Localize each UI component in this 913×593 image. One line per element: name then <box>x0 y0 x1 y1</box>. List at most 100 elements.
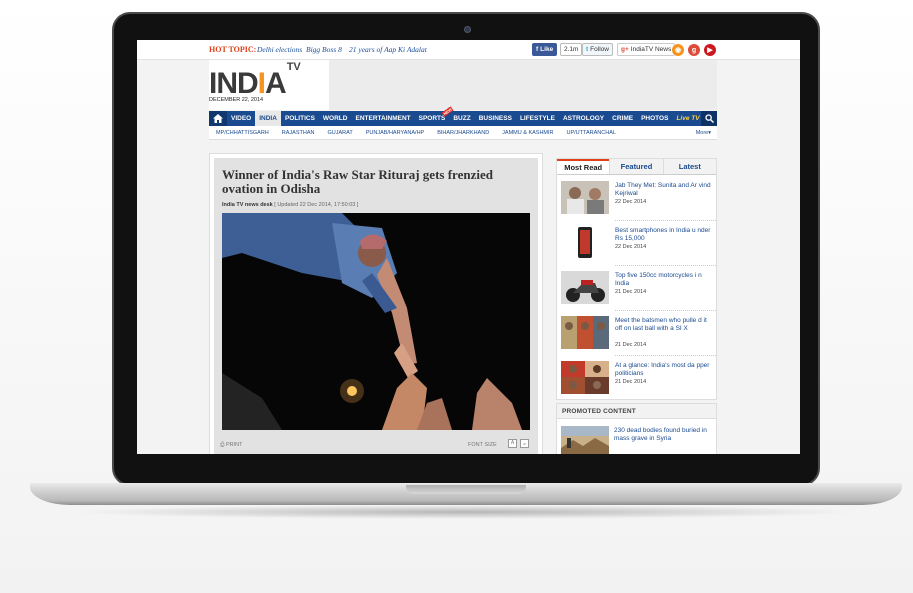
facebook-icon: f <box>536 46 539 53</box>
nav-item-sports[interactable]: SPORTS NEW <box>415 106 454 126</box>
google-plus-page-button[interactable]: g+ IndiaTV News <box>617 43 676 56</box>
promoted-content-heading: PROMOTED CONTENT <box>557 404 716 419</box>
article-updated: [ Updated 22 Dec 2014, 17:50:03 ] <box>274 202 359 208</box>
sidebar-tabs: Most Read Featured Latest <box>557 159 716 175</box>
subnav-item[interactable]: RAJASTHAN <box>275 130 321 136</box>
home-icon[interactable] <box>209 111 227 126</box>
webcam-icon <box>464 26 471 33</box>
article-card: Winner of India's Raw Star Rituraj gets … <box>209 153 543 454</box>
promoted-title[interactable]: 230 dead bodies found buried in mass gra… <box>614 427 712 443</box>
article-author[interactable]: India TV news desk <box>222 202 273 208</box>
laptop-lid: HOT TOPIC: Delhi elections Bigg Boss 8 2… <box>112 12 820 486</box>
india-tv-logo[interactable]: INDIATV <box>209 61 301 100</box>
main-nav: VIDEO INDIA POLITICS WORLD ENTERTAINMENT… <box>209 106 717 126</box>
tab-featured[interactable]: Featured <box>609 159 663 174</box>
promoted-thumbnail <box>561 426 609 454</box>
nav-item-crime[interactable]: CRIME <box>608 111 637 126</box>
nav-item-world[interactable]: WORLD <box>319 111 352 126</box>
google-plus-icon[interactable]: g <box>688 44 700 56</box>
article-title: Winner of India's Raw Star Rituraj gets … <box>222 167 493 196</box>
nav-item-india[interactable]: INDIA <box>255 111 281 126</box>
tab-latest[interactable]: Latest <box>662 159 716 174</box>
nav-item-photos[interactable]: PHOTOS <box>637 111 672 126</box>
laptop-notch <box>406 485 526 494</box>
logo-sup: TV <box>286 61 301 73</box>
print-label: PRINT <box>225 442 243 448</box>
nav-item-lifestyle[interactable]: LIFESTYLE <box>516 111 559 126</box>
subnav-item[interactable]: JAMMU & KASHMIR <box>495 130 559 136</box>
most-read-widget: Most Read Featured Latest Jab They Met: … <box>556 158 717 400</box>
chevron-down-icon: ▾ <box>708 129 711 136</box>
facebook-like-button[interactable]: f Like <box>532 43 558 56</box>
top-bar: HOT TOPIC: Delhi elections Bigg Boss 8 2… <box>137 40 800 60</box>
story-date: 21 Dec 2014 <box>615 289 647 295</box>
google-plus-badge-icon: g+ <box>621 46 629 53</box>
story-title: At a glance: India's most da pper politi… <box>615 362 710 377</box>
logo-text: INDIA <box>209 67 287 100</box>
twitter-follow-label: Follow <box>590 46 609 53</box>
story-title: Top five 150cc motorcycles i n India <box>615 272 702 287</box>
google-plus-page-label: IndiaTV News <box>630 46 672 53</box>
hot-topic-link[interactable]: Delhi elections <box>257 45 302 54</box>
header-date: DECEMBER 22, 2014 <box>209 97 264 103</box>
rss-icon[interactable]: ◉ <box>672 44 684 56</box>
search-icon[interactable] <box>701 111 717 126</box>
print-button[interactable]: ⎙ PRINT <box>220 442 242 449</box>
nav-item-politics[interactable]: POLITICS <box>281 111 319 126</box>
subnav-more-label: More <box>695 129 709 136</box>
font-size-label: FONT SIZE <box>468 442 497 448</box>
hot-topic-link[interactable]: 21 years of Aap Ki Adalat <box>349 45 427 54</box>
divider <box>615 310 716 311</box>
story-thumbnail <box>561 226 609 259</box>
list-item[interactable]: At a glance: India's most da pper politi… <box>561 361 716 401</box>
story-thumbnail <box>561 316 609 349</box>
divider <box>615 220 716 221</box>
nav-item-live-tv[interactable]: Live TV <box>672 111 703 126</box>
story-date: 22 Dec 2014 <box>615 244 647 250</box>
subnav-more-button[interactable]: More▾ <box>696 130 711 136</box>
nav-item-astrology[interactable]: ASTROLOGY <box>559 111 608 126</box>
story-title: Best smartphones in India u nder Rs 15,0… <box>615 227 711 242</box>
list-item[interactable]: Top five 150cc motorcycles i n India 21 … <box>561 271 716 311</box>
facebook-like-count: 2.1m <box>560 43 583 56</box>
site-header: INDIATV DECEMBER 22, 2014 <box>209 60 717 110</box>
photo-performer-reaching-crowd <box>222 213 530 430</box>
divider <box>615 355 716 356</box>
subnav-item[interactable]: PUNJAB/HARYANA/HP <box>359 130 430 136</box>
list-item[interactable]: Jab They Met: Sunita and Ar vind Kejriwa… <box>561 181 716 221</box>
list-item[interactable]: Best smartphones in India u nder Rs 15,0… <box>561 226 716 266</box>
divider <box>615 265 716 266</box>
nav-item-entertainment[interactable]: ENTERTAINMENT <box>351 111 414 126</box>
story-title: Meet the batsmen who pulle d it off on l… <box>615 317 707 332</box>
youtube-icon[interactable]: ▶ <box>704 44 716 56</box>
story-date: 22 Dec 2014 <box>615 199 647 205</box>
nav-item-buzz[interactable]: BUZZ <box>449 111 474 126</box>
subnav-item[interactable]: UP/UTTARANCHAL <box>560 130 622 136</box>
font-decrease-icon[interactable]: a <box>520 439 529 448</box>
twitter-follow-button[interactable]: t Follow <box>582 43 613 56</box>
nav-item-business[interactable]: BUSINESS <box>475 111 516 126</box>
subnav-item[interactable]: BIHAR/JHARKHAND <box>430 130 495 136</box>
story-date: 21 Dec 2014 <box>615 342 647 348</box>
header-ad-slot <box>329 60 717 110</box>
twitter-icon: t <box>586 46 589 53</box>
subnav-item[interactable]: MP/CHHATTISGARH <box>209 130 275 136</box>
hot-topic-label: HOT TOPIC: <box>209 45 257 54</box>
nav-item-video[interactable]: VIDEO <box>227 111 255 126</box>
subnav-item[interactable]: GUJARAT <box>320 130 358 136</box>
list-item[interactable]: Meet the batsmen who pulle d it off on l… <box>561 316 716 356</box>
font-increase-icon[interactable]: A <box>508 439 517 448</box>
nav-item-sports-label: SPORTS <box>418 115 446 122</box>
article-meta: India TV news desk [ Updated 22 Dec 2014… <box>222 202 358 208</box>
story-thumbnail <box>561 271 609 304</box>
article-body: Winner of India's Raw Star Rituraj gets … <box>214 158 538 454</box>
laptop-shadow <box>70 505 860 519</box>
facebook-like-label: Like <box>540 46 554 53</box>
story-thumbnail <box>561 181 609 214</box>
tab-most-read[interactable]: Most Read <box>557 159 610 174</box>
story-date: 21 Dec 2014 <box>615 379 647 385</box>
hot-topic-link[interactable]: Bigg Boss 8 <box>306 45 342 54</box>
story-title: Jab They Met: Sunita and Ar vind Kejriwa… <box>615 182 711 197</box>
article-tools: ⎙ PRINT FONT SIZE A a <box>218 438 534 452</box>
story-thumbnail <box>561 361 609 394</box>
